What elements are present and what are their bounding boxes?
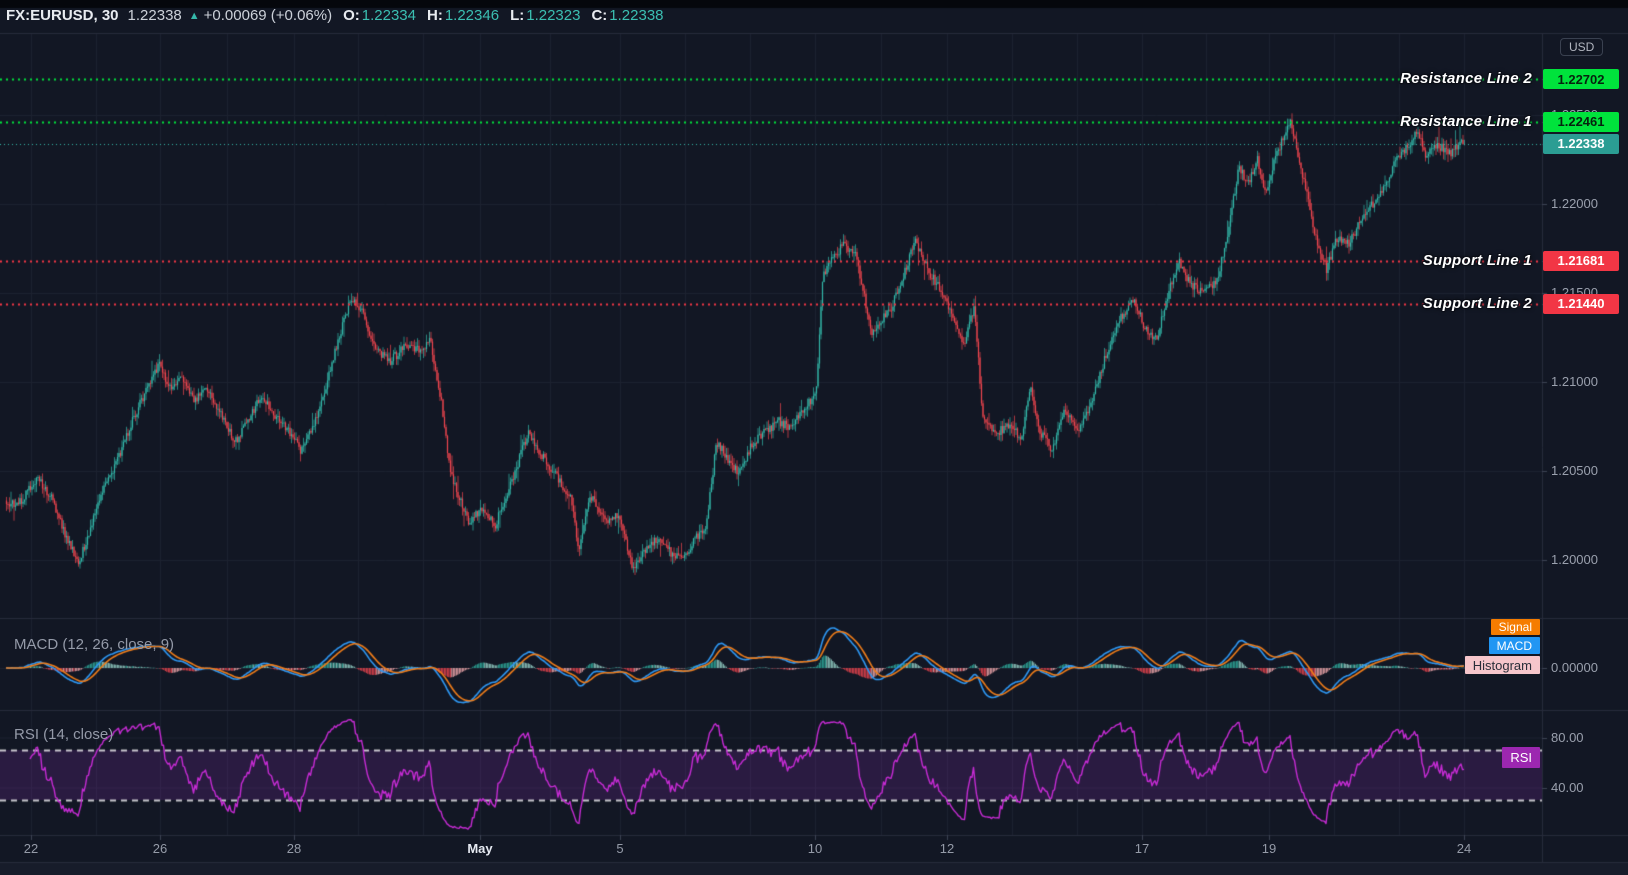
- last-price-value: 1.22338: [127, 7, 182, 24]
- resistance-1-price-badge: 1.22461: [1543, 111, 1619, 132]
- resistance-line-1-label[interactable]: Resistance Line 1: [1400, 112, 1532, 132]
- resistance-2-price-badge: 1.22702: [1543, 69, 1619, 90]
- time-tick: 24: [1456, 841, 1472, 856]
- macd-indicator-title[interactable]: MACD (12, 26, close, 9): [14, 636, 174, 653]
- support-1-price-badge: 1.21681: [1543, 250, 1619, 271]
- open-label: O:: [343, 7, 360, 24]
- time-tick: 28: [286, 841, 302, 856]
- time-tick: 17: [1134, 841, 1150, 856]
- currency-unit-button[interactable]: USD: [1560, 38, 1604, 56]
- time-tick: 22: [23, 841, 39, 856]
- time-tick: 10: [807, 841, 823, 856]
- time-tick: 5: [616, 841, 624, 856]
- low-value: 1.22323: [526, 7, 581, 24]
- price-change: +0.00069 (+0.06%): [203, 7, 333, 24]
- price-tick: 1.21000: [1551, 374, 1598, 389]
- price-tick: 1.22000: [1551, 196, 1598, 211]
- time-tick: 12: [939, 841, 955, 856]
- close-value: 1.22338: [609, 7, 664, 24]
- support-line-2-label[interactable]: Support Line 2: [1423, 294, 1532, 314]
- open-value: 1.22334: [361, 7, 416, 24]
- rsi-legend-badge: RSI: [1502, 747, 1540, 768]
- macd-histogram-legend-badge: Histogram: [1464, 656, 1540, 674]
- tradingview-chart-window: FX:EURUSD, 30 1.22338 ▲ +0.00069 (+0.06%…: [0, 0, 1628, 875]
- resistance-line-2-label[interactable]: Resistance Line 2: [1400, 69, 1532, 89]
- close-label: C:: [591, 7, 608, 24]
- rsi-axis-value: 80.00: [1551, 729, 1584, 745]
- up-arrow-icon: ▲: [188, 9, 200, 22]
- last-price-badge: 1.22338: [1543, 133, 1619, 154]
- time-tick: 26: [152, 841, 168, 856]
- ohlc-header: FX:EURUSD, 30 1.22338 ▲ +0.00069 (+0.06%…: [6, 7, 664, 24]
- high-value: 1.22346: [444, 7, 500, 24]
- support-2-price-badge: 1.21440: [1543, 293, 1619, 314]
- macd-signal-legend-badge: Signal: [1490, 619, 1540, 635]
- symbol-label[interactable]: FX:EURUSD, 30: [6, 7, 119, 24]
- macd-axis-value: 0.00000: [1551, 660, 1598, 675]
- price-tick: 1.20500: [1551, 463, 1598, 478]
- rsi-indicator-title[interactable]: RSI (14, close): [14, 726, 113, 743]
- time-tick: 19: [1261, 841, 1277, 856]
- high-label: H:: [427, 7, 443, 24]
- rsi-axis-value: 40.00: [1551, 779, 1584, 795]
- macd-line-legend-badge: MACD: [1488, 637, 1540, 654]
- support-line-1-label[interactable]: Support Line 1: [1423, 251, 1532, 271]
- low-label: L:: [510, 7, 525, 24]
- time-tick-month: May: [467, 841, 493, 856]
- chart-canvas[interactable]: [0, 0, 1628, 875]
- price-tick: 1.20000: [1551, 552, 1598, 567]
